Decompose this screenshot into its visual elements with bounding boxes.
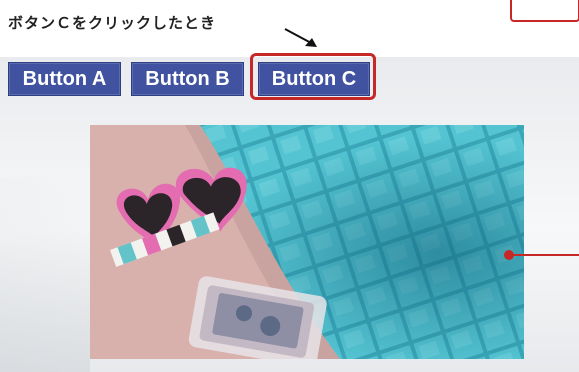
callout-box — [510, 0, 579, 22]
button-b[interactable]: Button B — [131, 62, 244, 96]
pointer-line — [508, 254, 579, 256]
panel-shade — [0, 177, 90, 372]
pointer-dot — [504, 250, 514, 260]
button-c-highlight — [250, 53, 376, 100]
instruction-caption: ボタンＣをクリックしたとき — [8, 14, 217, 32]
arrow-icon — [284, 28, 317, 47]
button-a[interactable]: Button A — [8, 62, 121, 96]
pool-photo — [90, 125, 524, 359]
